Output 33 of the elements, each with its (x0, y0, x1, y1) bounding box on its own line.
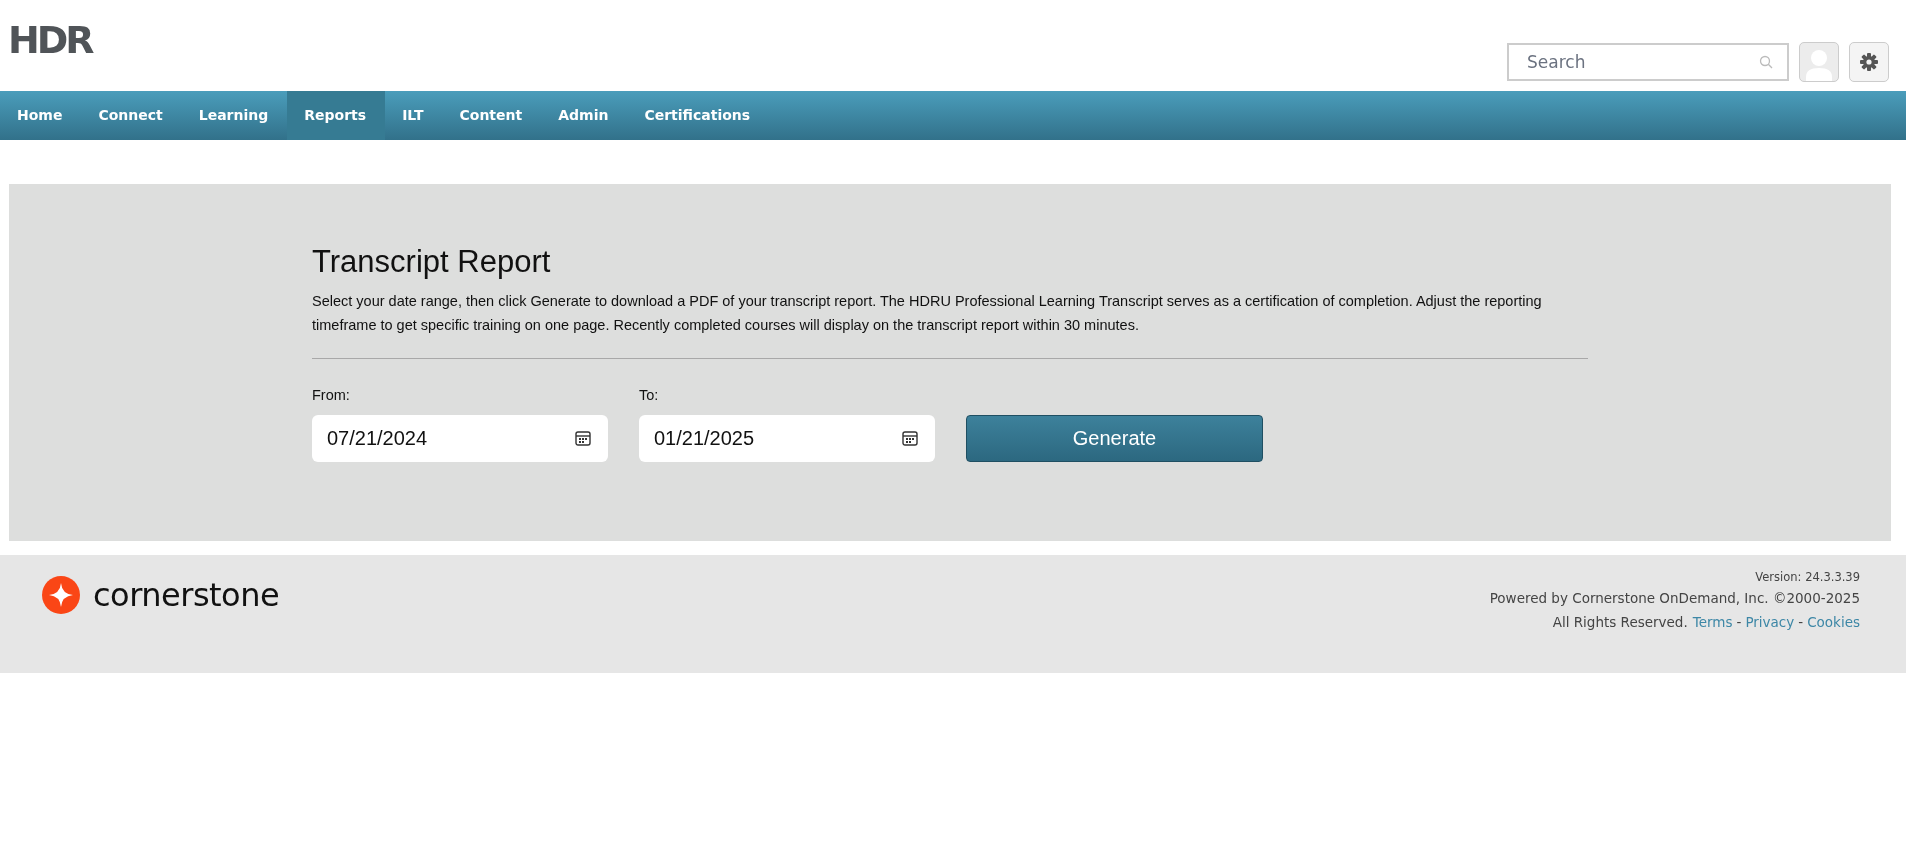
nav-tab[interactable]: ILT (385, 91, 443, 140)
nav-tab[interactable]: Home (0, 91, 82, 140)
report-title: Transcript Report (312, 244, 552, 280)
separator-text: - (1736, 614, 1742, 630)
copyright-text: Powered by Cornerstone OnDemand, Inc. ©2000-2025 (1489, 589, 1860, 608)
nav-tab[interactable]: Certifications (627, 91, 770, 140)
brand-name: cornerstone (93, 576, 280, 614)
date-field[interactable]: 07/21/2024 (312, 415, 608, 462)
nav-tab[interactable]: Connect (81, 91, 182, 140)
field-label: To: (639, 387, 660, 403)
rights-text: All Rights Reserved. (1552, 614, 1688, 630)
nav-tab[interactable]: Content (442, 91, 542, 140)
generate-button[interactable]: Generate (966, 415, 1263, 462)
nav-tab[interactable]: Learning (181, 91, 288, 140)
footer-link[interactable]: Cookies (1807, 614, 1860, 630)
search-field[interactable]: Search (1507, 43, 1789, 81)
company-logo[interactable]: HDR (8, 18, 92, 62)
calendar-icon (902, 430, 918, 446)
person-icon (1806, 47, 1832, 81)
search-icon (1759, 55, 1773, 69)
footer-link[interactable]: Privacy (1745, 614, 1795, 630)
report-description: Select your date range, then click Generate to download a PDF of your transcript report. The HDRU Professional Learning Transcript serves as a certification of completion. Adjust the reporting timeframe to get specific training on one page. Recently completed courses will display on the transcript report within 30 minutes. (312, 292, 1543, 335)
date-field[interactable]: 01/21/2025 (639, 415, 935, 462)
version-text: Version: 24.3.3.39 (1754, 569, 1860, 586)
nav-tab[interactable]: Reports (287, 91, 386, 140)
field-label: From: (312, 387, 351, 403)
nav-tab[interactable]: Admin (541, 91, 628, 140)
settings-button[interactable] (1849, 42, 1889, 82)
settings-icon (1859, 52, 1879, 72)
separator-text: - (1798, 614, 1804, 630)
footer-link[interactable]: Terms (1692, 614, 1733, 630)
calendar-icon (575, 430, 591, 446)
brand-logo-icon (41, 575, 81, 615)
